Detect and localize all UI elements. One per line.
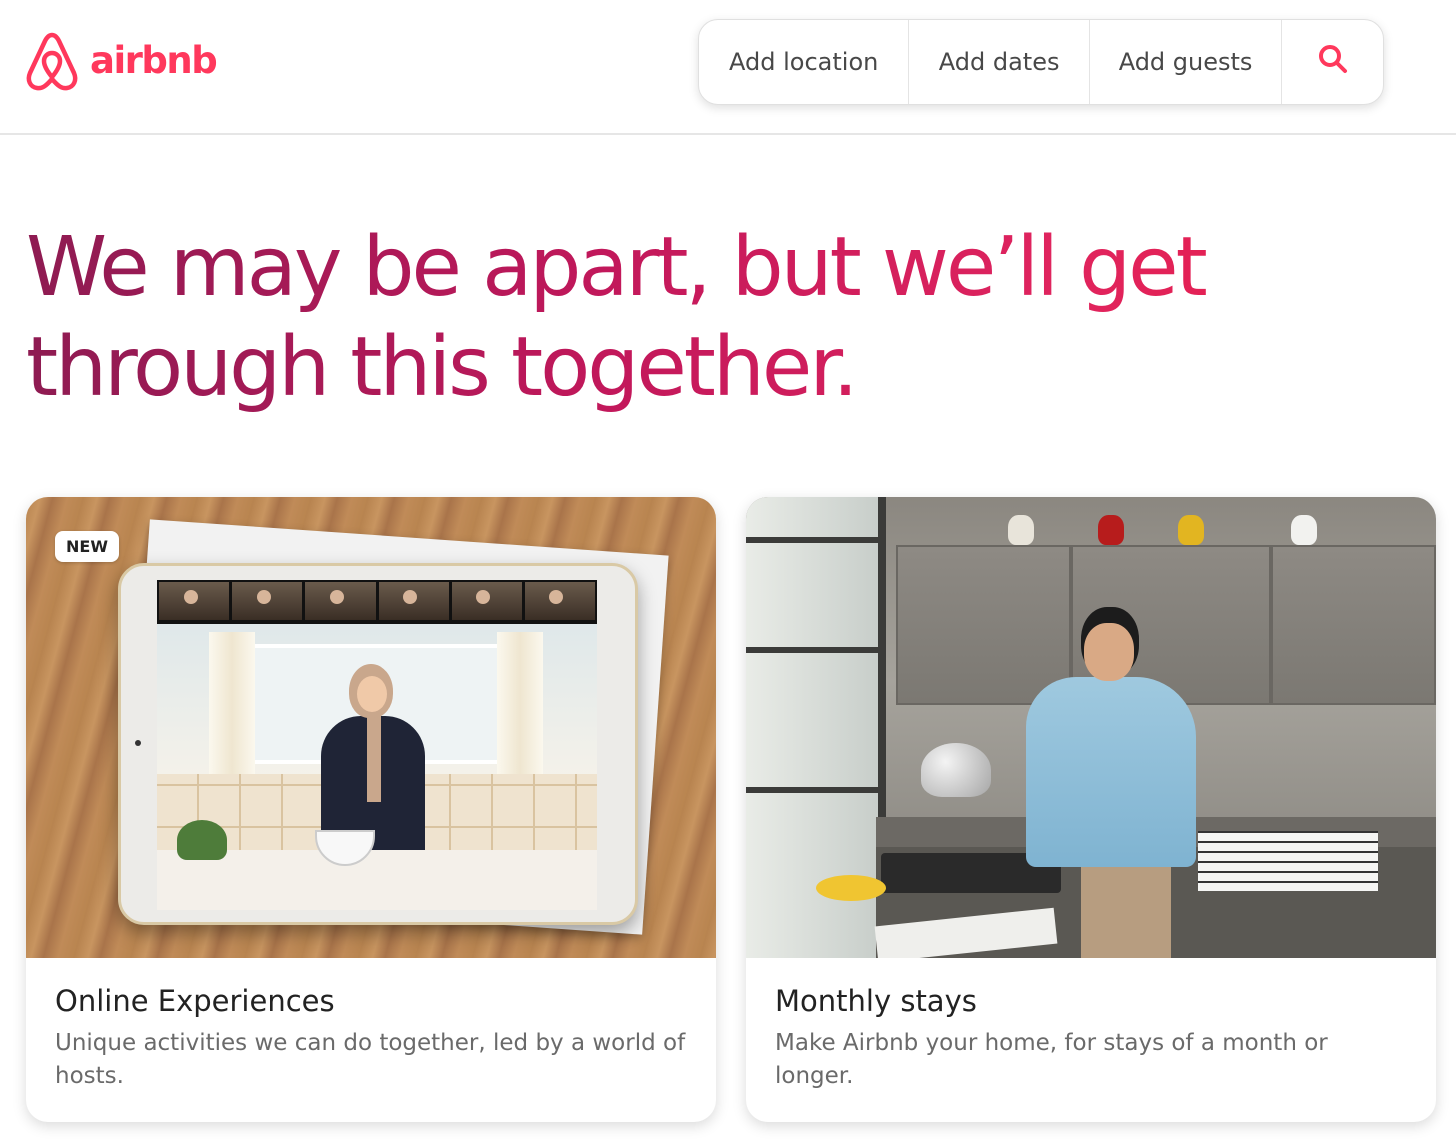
top-header: airbnb Add location Add dates Add guests (0, 0, 1456, 135)
man-cooking (986, 607, 1196, 958)
online-experiences-card[interactable]: NEW Online Experiences Unique activities… (26, 497, 716, 1122)
search-icon (1317, 43, 1349, 81)
new-badge: NEW (55, 531, 119, 562)
hero-headline-line-2: through this together. (26, 320, 856, 415)
add-dates-button[interactable]: Add dates (909, 20, 1090, 104)
search-button[interactable] (1282, 20, 1383, 104)
hero-headline: We may be apart, but we’ll get through t… (26, 218, 1326, 418)
kettle (921, 743, 991, 797)
hero-headline-line-1: We may be apart, but we’ll get (26, 220, 1205, 315)
add-guests-button[interactable]: Add guests (1090, 20, 1283, 104)
brand-name: airbnb (90, 38, 218, 82)
card-description: Unique activities we can do together, le… (55, 1030, 686, 1089)
add-location-button[interactable]: Add location (699, 20, 910, 104)
airbnb-belo-icon (24, 31, 80, 93)
monthly-stays-card[interactable]: Monthly stays Make Airbnb your home, for… (746, 497, 1436, 1122)
tablet-illustration (118, 563, 638, 925)
card-title: Online Experiences (55, 984, 335, 1018)
video-call-thumbnails (157, 580, 597, 622)
card-description: Make Airbnb your home, for stays of a mo… (775, 1030, 1328, 1089)
airbnb-logo[interactable]: airbnb (24, 31, 218, 93)
search-bar: Add location Add dates Add guests (698, 19, 1384, 105)
monthly-stays-image (746, 497, 1436, 958)
card-title: Monthly stays (775, 984, 977, 1018)
online-experiences-image: NEW (26, 497, 716, 958)
